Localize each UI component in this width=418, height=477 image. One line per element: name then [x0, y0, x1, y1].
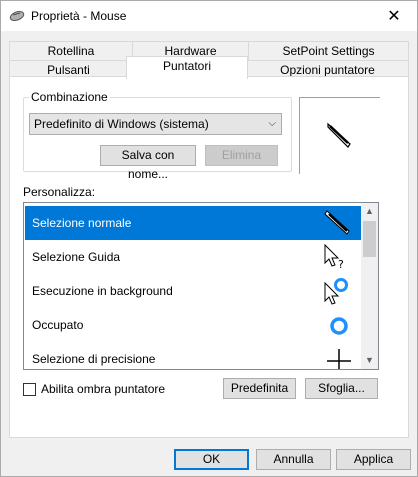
- tab-setpoint-settings[interactable]: SetPoint Settings: [248, 41, 409, 61]
- cursor-preview: [299, 97, 380, 174]
- help-select-cursor-icon: ?: [324, 243, 344, 271]
- cancel-button[interactable]: Annulla: [256, 449, 331, 470]
- title-bar: Proprietà - Mouse ✕: [1, 1, 417, 31]
- delete-scheme-button: Elimina: [205, 145, 278, 166]
- tab-rotellina[interactable]: Rotellina: [9, 41, 133, 61]
- scroll-up-icon[interactable]: ▲: [361, 203, 378, 220]
- ok-button[interactable]: OK: [174, 449, 249, 470]
- tab-puntatori[interactable]: Puntatori: [126, 56, 248, 79]
- list-item[interactable]: Selezione normale: [25, 206, 361, 240]
- cursor-list-scrollbar[interactable]: ▲ ▼: [361, 203, 378, 369]
- busy-cursor-icon: [330, 317, 348, 335]
- svg-text:?: ?: [338, 258, 344, 271]
- browse-button[interactable]: Sfoglia...: [305, 378, 378, 399]
- scroll-thumb[interactable]: [363, 221, 376, 257]
- scheme-dropdown-value: Predefinito di Windows (sistema): [34, 117, 209, 131]
- list-item-label: Selezione normale: [32, 216, 132, 230]
- chevron-down-icon: ⌵: [268, 118, 276, 129]
- mouse-app-icon: [9, 11, 25, 21]
- close-icon[interactable]: ✕: [371, 1, 417, 31]
- list-item-label: Occupato: [32, 318, 84, 332]
- working-in-background-cursor-icon: [324, 278, 348, 305]
- default-button[interactable]: Predefinita: [223, 378, 296, 399]
- apply-button[interactable]: Applica: [336, 449, 411, 470]
- precision-select-cursor-icon: [327, 349, 351, 369]
- scroll-down-icon[interactable]: ▼: [361, 352, 378, 369]
- mouse-properties-window: Proprietà - Mouse ✕ Rotellina Hardware S…: [0, 0, 418, 477]
- customize-label: Personalizza:: [23, 185, 96, 199]
- shadow-checkbox-label: Abilita ombra puntatore: [41, 382, 166, 396]
- scheme-group-label: Combinazione: [29, 90, 110, 104]
- cursor-list: Selezione normale Selezione Guida ? Esec…: [23, 202, 379, 370]
- normal-select-cursor-icon: [324, 210, 350, 235]
- normal-select-cursor-preview-icon: [327, 122, 351, 148]
- save-as-button[interactable]: Salva con nome...: [100, 145, 196, 181]
- list-item[interactable]: Selezione di precisione: [25, 342, 361, 369]
- list-item-label: Selezione Guida: [32, 250, 121, 264]
- list-item-label: Selezione di precisione: [32, 352, 156, 366]
- window-title: Proprietà - Mouse: [31, 9, 127, 23]
- scheme-dropdown[interactable]: Predefinito di Windows (sistema) ⌵: [29, 113, 282, 135]
- list-item[interactable]: Esecuzione in background: [25, 274, 361, 308]
- shadow-checkbox[interactable]: [23, 383, 36, 396]
- list-item[interactable]: Selezione Guida ?: [25, 240, 361, 274]
- list-item-label: Esecuzione in background: [32, 284, 173, 298]
- list-item[interactable]: Occupato: [25, 308, 361, 342]
